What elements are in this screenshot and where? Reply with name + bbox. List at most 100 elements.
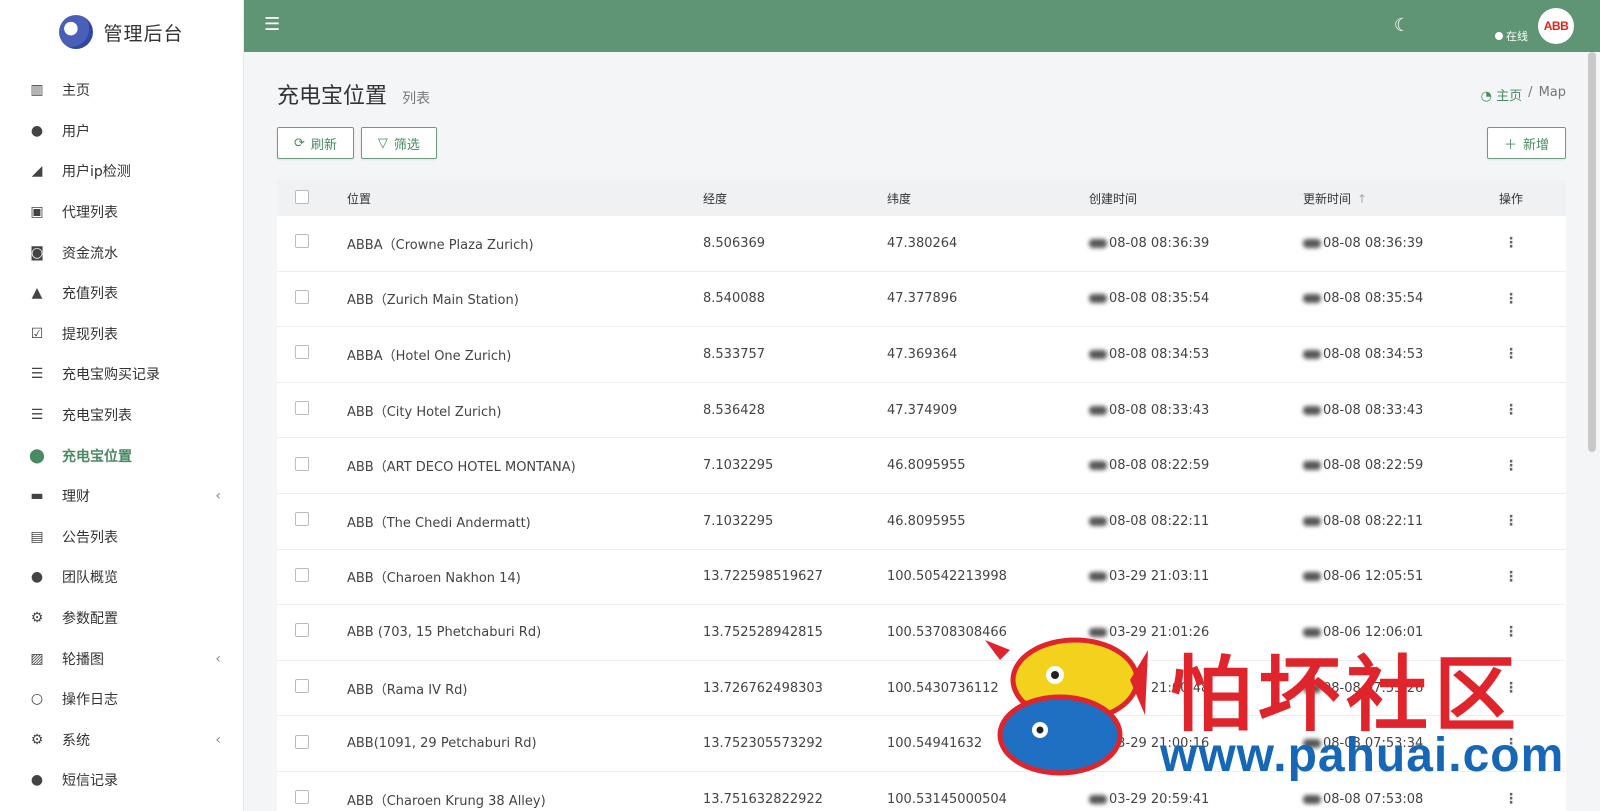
cell-updated: 08-08 08:34:53: [1281, 347, 1481, 362]
more-actions-icon[interactable]: ⋮: [1504, 291, 1518, 307]
more-actions-icon[interactable]: ⋮: [1504, 513, 1518, 529]
brand[interactable]: 管理后台: [0, 0, 243, 64]
chevron-left-icon[interactable]: ‹: [215, 732, 221, 748]
users-icon: ●: [30, 569, 44, 586]
sidebar-item-14[interactable]: ▨ 轮播图 ‹: [0, 638, 243, 679]
online-status: 在线: [1495, 28, 1528, 44]
row-checkbox[interactable]: [295, 512, 309, 527]
more-actions-icon[interactable]: ⋮: [1504, 235, 1518, 251]
more-actions-icon[interactable]: ⋮: [1504, 624, 1518, 640]
sidebar-item-label: 短信记录: [62, 773, 118, 790]
updated-time: 08-08 07:53:08: [1323, 791, 1424, 807]
cell-longitude: 7.1032295: [703, 513, 774, 529]
table-row[interactable]: ABB（City Hotel Zurich) 8.536428 47.374909 0…: [277, 382, 1566, 439]
add-label: 新增: [1522, 136, 1549, 152]
redacted-year: [1089, 294, 1107, 304]
row-checkbox[interactable]: [295, 567, 309, 582]
sidebar-item-9[interactable]: ⬤ 充电宝位置: [0, 435, 243, 476]
filter-button[interactable]: ▽ 筛选: [360, 127, 437, 159]
sidebar-item-17[interactable]: ● 短信记录: [0, 760, 243, 801]
row-checkbox[interactable]: [295, 734, 309, 749]
avatar[interactable]: ABB: [1538, 8, 1574, 44]
top-header: ☰ ☾ 在线 ABB: [244, 0, 1600, 52]
sidebar-item-8[interactable]: ☰ 充电宝列表: [0, 395, 243, 436]
cell-updated: 08-06 12:06:01: [1281, 625, 1481, 640]
sort-asc-icon[interactable]: ↑: [1357, 192, 1367, 206]
sidebar-item-3[interactable]: ▣ 代理列表: [0, 192, 243, 233]
refresh-label: 刷新: [310, 136, 337, 152]
cogs-icon: ⚙: [30, 610, 44, 627]
col-position[interactable]: 位置: [347, 190, 703, 207]
cell-position: ABBA（Hotel One Zurich): [347, 348, 512, 364]
page-scrollbar[interactable]: [1588, 52, 1596, 452]
brand-logo: [59, 15, 94, 49]
breadcrumb-home[interactable]: ◔ 主页: [1481, 85, 1523, 104]
col-latitude[interactable]: 纬度: [887, 190, 1071, 207]
cell-latitude: 100.5430736112: [887, 680, 999, 696]
more-actions-icon[interactable]: ⋮: [1504, 569, 1518, 585]
more-actions-icon[interactable]: ⋮: [1504, 402, 1518, 418]
row-checkbox[interactable]: [295, 234, 309, 249]
row-checkbox[interactable]: [295, 345, 309, 360]
redacted-year: [1089, 683, 1107, 693]
sidebar-item-13[interactable]: ⚙ 参数配置: [0, 598, 243, 639]
more-actions-icon[interactable]: ⋮: [1504, 458, 1518, 474]
table-row[interactable]: ABBA（Crowne Plaza Zurich) 8.506369 47.3802…: [277, 216, 1566, 272]
sidebar-item-6[interactable]: ☑ 提现列表: [0, 314, 243, 355]
file-text-icon: ▤: [30, 528, 44, 545]
sidebar-item-0[interactable]: ▥ 主页: [0, 70, 243, 111]
more-actions-icon[interactable]: ⋮: [1504, 736, 1518, 752]
row-checkbox[interactable]: [295, 679, 309, 694]
page-header: 充电宝位置 列表 ◔ 主页 / Map: [277, 52, 1566, 122]
row-checkbox[interactable]: [295, 289, 309, 304]
col-created[interactable]: 创建时间: [1071, 190, 1281, 207]
sidebar-item-4[interactable]: ◙ 资金流水: [0, 232, 243, 273]
cell-longitude: 7.1032295: [703, 458, 774, 474]
cell-created: 03-29 21:01:26: [1071, 625, 1281, 640]
row-checkbox[interactable]: [295, 623, 309, 638]
table-row[interactable]: ABB（Charoen Krung 38 Alley) 13.7516328229…: [277, 771, 1566, 811]
redacted-year: [1303, 739, 1321, 749]
more-actions-icon[interactable]: ⋮: [1504, 680, 1518, 696]
sidebar-item-15[interactable]: ○ 操作日志: [0, 679, 243, 720]
sidebar-item-11[interactable]: ▤ 公告列表: [0, 517, 243, 558]
select-all-checkbox[interactable]: [295, 189, 309, 204]
row-checkbox[interactable]: [295, 456, 309, 471]
row-checkbox[interactable]: [295, 401, 309, 416]
chevron-left-icon[interactable]: ‹: [215, 488, 221, 504]
table-row[interactable]: ABB (703, 15 Phetchaburi Rd) 13.752528942…: [277, 605, 1566, 661]
row-checkbox[interactable]: [295, 790, 309, 805]
sidebar-item-7[interactable]: ☰ 充电宝购买记录: [0, 354, 243, 395]
sidebar-item-5[interactable]: ▲ 充值列表: [0, 273, 243, 314]
redacted-year: [1089, 516, 1107, 526]
more-actions-icon[interactable]: ⋮: [1504, 346, 1518, 362]
add-button[interactable]: ＋ 新增: [1486, 127, 1566, 159]
table-row[interactable]: ABB(1091, 29 Petchaburi Rd) 13.7523055732…: [277, 716, 1566, 772]
contact-icon: ▣: [30, 204, 44, 221]
sidebar-item-1[interactable]: ● 用户: [0, 111, 243, 152]
table-row[interactable]: ABB（The Chedi Andermatt) 7.1032295 46.8095…: [277, 493, 1566, 550]
sidebar-item-16[interactable]: ⚙ 系统 ‹: [0, 720, 243, 761]
sidebar-item-10[interactable]: ▬ 理财 ‹: [0, 476, 243, 517]
cell-longitude: 13.752305573292: [703, 736, 823, 752]
col-longitude[interactable]: 经度: [703, 190, 887, 207]
table-row[interactable]: ABB（ART DECO HOTEL MONTANA) 7.1032295 46.8…: [277, 438, 1566, 494]
menu-toggle-icon[interactable]: ☰: [264, 14, 280, 35]
col-updated[interactable]: 更新时间 ↑: [1281, 190, 1481, 207]
table-row[interactable]: ABBA（Hotel One Zurich) 8.533757 47.369364 0…: [277, 327, 1566, 383]
dark-mode-icon[interactable]: ☾: [1394, 15, 1410, 36]
page-subtitle: 列表: [402, 91, 431, 107]
sidebar-item-2[interactable]: ◢ 用户ip检测: [0, 151, 243, 192]
filter-icon: ▽: [377, 135, 388, 150]
chevron-left-icon[interactable]: ‹: [215, 651, 221, 667]
bar-chart-icon: ▥: [30, 82, 44, 99]
table-row[interactable]: ABB（Rama IV Rd) 13.726762498303 100.543073…: [277, 660, 1566, 717]
cell-position: ABB（ART DECO HOTEL MONTANA): [347, 460, 576, 476]
redacted-year: [1089, 627, 1107, 637]
cell-created: 03-29 21:00:48: [1071, 681, 1281, 696]
refresh-button[interactable]: ⟳ 刷新: [277, 127, 354, 159]
sidebar-item-12[interactable]: ● 团队概览: [0, 557, 243, 598]
table-row[interactable]: ABB（Zurich Main Station) 8.540088 47.37789…: [277, 271, 1566, 328]
more-actions-icon[interactable]: ⋮: [1504, 791, 1518, 807]
table-row[interactable]: ABB（Charoen Nakhon 14) 13.722598519627 100…: [277, 549, 1566, 606]
